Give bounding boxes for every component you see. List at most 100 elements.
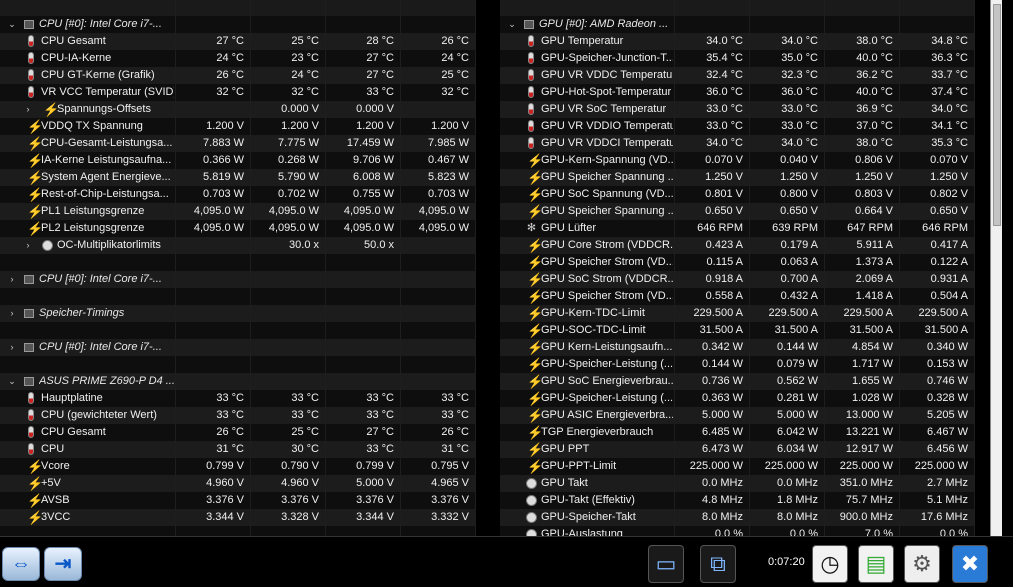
sensor-row[interactable]: 24 °C 23 °C 27 °C 24 °C CPU-IA-Kerne <box>0 50 483 67</box>
column-header[interactable] <box>825 0 900 16</box>
value-cell <box>176 16 251 33</box>
group-row[interactable]: ⌄ CPU [#0]: Intel Core i7-... <box>0 16 483 33</box>
sensor-row[interactable]: 229.500 A 229.500 A 229.500 A 229.500 A ⚡ GPU… <box>500 305 990 322</box>
sensor-row[interactable]: 34.0 °C 34.0 °C 38.0 °C 35.3 °C GPU VR VDDCI… <box>500 135 990 152</box>
column-header[interactable] <box>176 0 251 16</box>
settings-button[interactable]: ⚙ <box>904 545 940 583</box>
column-header[interactable] <box>675 0 750 16</box>
column-header[interactable] <box>750 0 825 16</box>
expand-chevron-icon[interactable]: › <box>22 237 34 254</box>
sensor-row[interactable]: 31 °C 30 °C 33 °C 31 °C CPU <box>0 441 483 458</box>
sensor-row[interactable]: 27 °C 25 °C 28 °C 26 °C CPU Gesamt <box>0 33 483 50</box>
sensor-row[interactable]: 0.0 MHz 0.0 MHz 351.0 MHz 2.7 MHz GPU Takt <box>500 475 990 492</box>
value-cell: 50.0 x <box>326 237 401 254</box>
sensor-row[interactable]: 0.366 W 0.268 W 9.706 W 0.467 W ⚡ IA-Kerne Le… <box>0 152 483 169</box>
network-button[interactable]: ⧉ <box>700 545 736 583</box>
sensor-row[interactable]: 5.000 W 5.000 W 13.000 W 5.205 W ⚡ GPU ASIC E… <box>500 407 990 424</box>
group-row[interactable]: 0.000 V 0.000 V › ⚡ Spannungs-Offsets <box>0 101 483 118</box>
scrollbar-thumb[interactable] <box>993 4 1001 226</box>
expand-chevron-icon[interactable]: › <box>6 339 18 356</box>
column-header[interactable] <box>251 0 326 16</box>
expand-chevron-icon[interactable]: › <box>6 305 18 322</box>
add-log-button[interactable]: ▤ <box>858 545 894 583</box>
group-row[interactable]: ⌄ ASUS PRIME Z690-P D4 ... <box>0 373 483 390</box>
sensor-row[interactable]: 1.250 V 1.250 V 1.250 V 1.250 V ⚡ GPU Speiche… <box>500 169 990 186</box>
group-row[interactable]: › CPU [#0]: Intel Core i7-... <box>0 271 483 288</box>
sensor-row[interactable]: 6.473 W 6.034 W 12.917 W 6.456 W ⚡ GPU PPT <box>500 441 990 458</box>
column-header[interactable] <box>401 0 476 16</box>
sensor-row[interactable]: 33.0 °C 33.0 °C 37.0 °C 34.1 °C GPU VR VDDIO… <box>500 118 990 135</box>
close-button[interactable]: ✖ <box>952 545 988 583</box>
sensor-row[interactable]: 0.115 A 0.063 A 1.373 A 0.122 A ⚡ GPU Speiche… <box>500 254 990 271</box>
sensor-row[interactable]: 0.558 A 0.432 A 1.418 A 0.504 A ⚡ GPU Speiche… <box>500 288 990 305</box>
collapse-chevron-icon[interactable]: ⌄ <box>6 373 18 390</box>
sensor-row[interactable]: 6.485 W 6.042 W 13.221 W 6.467 W ⚡ TGP Energi… <box>500 424 990 441</box>
sensor-row[interactable]: 0.799 V 0.790 V 0.799 V 0.795 V ⚡ Vcore <box>0 458 483 475</box>
sensor-row[interactable]: 3.344 V 3.328 V 3.344 V 3.332 V ⚡ 3VCC <box>0 509 483 526</box>
thermometer-icon <box>528 35 534 47</box>
sensor-row[interactable]: 225.000 W 225.000 W 225.000 W 225.000 W ⚡ GPU… <box>500 458 990 475</box>
column-header[interactable] <box>326 0 401 16</box>
value-cell: 0.790 V <box>251 458 326 475</box>
scrollbar[interactable] <box>990 0 1002 536</box>
collapse-chevron-icon[interactable]: ⌄ <box>506 16 518 33</box>
group-row[interactable]: ⌄ GPU [#0]: AMD Radeon ... <box>500 16 990 33</box>
sensor-row[interactable]: 26 °C 25 °C 27 °C 26 °C CPU Gesamt <box>0 424 483 441</box>
sensor-row[interactable]: 0.918 A 0.700 A 2.069 A 0.931 A ⚡ GPU SoC Str… <box>500 271 990 288</box>
sensor-row[interactable]: 0.070 V 0.040 V 0.806 V 0.070 V ⚡ GPU-Kern-Sp… <box>500 152 990 169</box>
column-header[interactable] <box>500 0 675 16</box>
sensor-row[interactable]: 646 RPM 639 RPM 647 RPM 646 RPM ✻ GPU Lüfter <box>500 220 990 237</box>
sensor-row[interactable]: 33 °C 33 °C 33 °C 33 °C CPU (gewichteter Wer… <box>0 407 483 424</box>
sensor-row[interactable]: 0.0 % 0.0 % 7.0 % 0.0 % GPU-Auslastung <box>500 526 990 536</box>
sensor-row[interactable]: 7.883 W 7.775 W 17.459 W 7.985 W ⚡ CPU-Gesamt… <box>0 135 483 152</box>
sensor-row[interactable]: 4,095.0 W 4,095.0 W 4,095.0 W 4,095.0 W ⚡ PL2… <box>0 220 483 237</box>
sensor-row[interactable]: 33 °C 33 °C 33 °C 33 °C Hauptplatine <box>0 390 483 407</box>
monitor-button[interactable]: ▭ <box>648 545 684 583</box>
sensor-row[interactable]: 34.0 °C 34.0 °C 38.0 °C 34.8 °C GPU Temperat… <box>500 33 990 50</box>
group-row[interactable]: 30.0 x 50.0 x › OC-Multiplikatorlimits <box>0 237 483 254</box>
sensor-row[interactable]: 31.500 A 31.500 A 31.500 A 31.500 A ⚡ GPU-SOC… <box>500 322 990 339</box>
column-header-row[interactable] <box>500 0 990 16</box>
thermometer-icon <box>28 86 34 98</box>
group-row[interactable]: › CPU [#0]: Intel Core i7-... <box>0 339 483 356</box>
sensor-row[interactable]: 0.703 W 0.702 W 0.755 W 0.703 W ⚡ Rest-of-Chi… <box>0 186 483 203</box>
sensor-row[interactable]: 0.801 V 0.800 V 0.803 V 0.802 V ⚡ GPU SoC Spa… <box>500 186 990 203</box>
sensor-row[interactable]: 3.376 V 3.376 V 3.376 V 3.376 V ⚡ AVSB <box>0 492 483 509</box>
monitor-icon: ▭ <box>655 551 677 576</box>
sensor-row[interactable]: 0.423 A 0.179 A 5.911 A 0.417 A ⚡ GPU Core St… <box>500 237 990 254</box>
clock-button[interactable]: ◷ <box>812 545 848 583</box>
sensor-row[interactable]: 4.8 MHz 1.8 MHz 75.7 MHz 5.1 MHz GPU-Takt (E… <box>500 492 990 509</box>
sensor-row[interactable]: 0.650 V 0.650 V 0.664 V 0.650 V ⚡ GPU Speiche… <box>500 203 990 220</box>
collapse-chevron-icon[interactable]: ⌄ <box>6 16 18 33</box>
sensor-row[interactable]: 32 °C 32 °C 33 °C 32 °C VR VCC Temperatur (S… <box>0 84 483 101</box>
sensor-row[interactable]: 36.0 °C 36.0 °C 40.0 °C 37.4 °C GPU-Hot-Spot… <box>500 84 990 101</box>
group-row[interactable]: › Speicher-Timings <box>0 305 483 322</box>
value-cell <box>401 356 476 373</box>
value-cell: 0.703 W <box>176 186 251 203</box>
sensor-row[interactable]: 35.4 °C 35.0 °C 40.0 °C 36.3 °C GPU-Speicher… <box>500 50 990 67</box>
column-header[interactable] <box>0 0 176 16</box>
sensor-row[interactable]: 0.736 W 0.562 W 1.655 W 0.746 W ⚡ GPU SoC Ene… <box>500 373 990 390</box>
value-cell <box>401 373 476 390</box>
nav-left-right-button[interactable]: ⇔ <box>2 547 40 581</box>
sensor-row[interactable]: 4.960 V 4.960 V 5.000 V 4.965 V ⚡ +5V <box>0 475 483 492</box>
sensor-row[interactable]: 1.200 V 1.200 V 1.200 V 1.200 V ⚡ VDDQ TX Spa… <box>0 118 483 135</box>
sensor-row[interactable]: 32.4 °C 32.3 °C 36.2 °C 33.7 °C GPU VR VDDC … <box>500 67 990 84</box>
expand-chevron-icon[interactable]: › <box>22 101 34 118</box>
column-header-row[interactable] <box>0 0 483 16</box>
value-cell: 2.069 A <box>825 271 900 288</box>
value-cell <box>326 339 401 356</box>
expand-chevron-icon[interactable]: › <box>6 271 18 288</box>
sensor-row[interactable]: 0.144 W 0.079 W 1.717 W 0.153 W ⚡ GPU-Speiche… <box>500 356 990 373</box>
sensor-row[interactable]: 0.363 W 0.281 W 1.028 W 0.328 W ⚡ GPU-Speiche… <box>500 390 990 407</box>
sensor-row[interactable]: 0.342 W 0.144 W 4.854 W 0.340 W ⚡ GPU Kern-Le… <box>500 339 990 356</box>
blank-row <box>0 254 483 271</box>
sensor-row[interactable]: 5.819 W 5.790 W 6.008 W 5.823 W ⚡ System Agen… <box>0 169 483 186</box>
sensor-row[interactable]: 4,095.0 W 4,095.0 W 4,095.0 W 4,095.0 W ⚡ PL1… <box>0 203 483 220</box>
sensor-row[interactable]: 33.0 °C 33.0 °C 36.9 °C 34.0 °C GPU VR SoC T… <box>500 101 990 118</box>
sensor-label: GPU-Kern-Spannung (VD... <box>541 154 673 166</box>
sensor-row[interactable]: 8.0 MHz 8.0 MHz 900.0 MHz 17.6 MHz GPU-Speic… <box>500 509 990 526</box>
nav-collapse-button[interactable]: ⇥ <box>44 547 82 581</box>
sensor-row[interactable]: 26 °C 24 °C 27 °C 25 °C CPU GT-Kerne (Grafik… <box>0 67 483 84</box>
column-header[interactable] <box>900 0 975 16</box>
